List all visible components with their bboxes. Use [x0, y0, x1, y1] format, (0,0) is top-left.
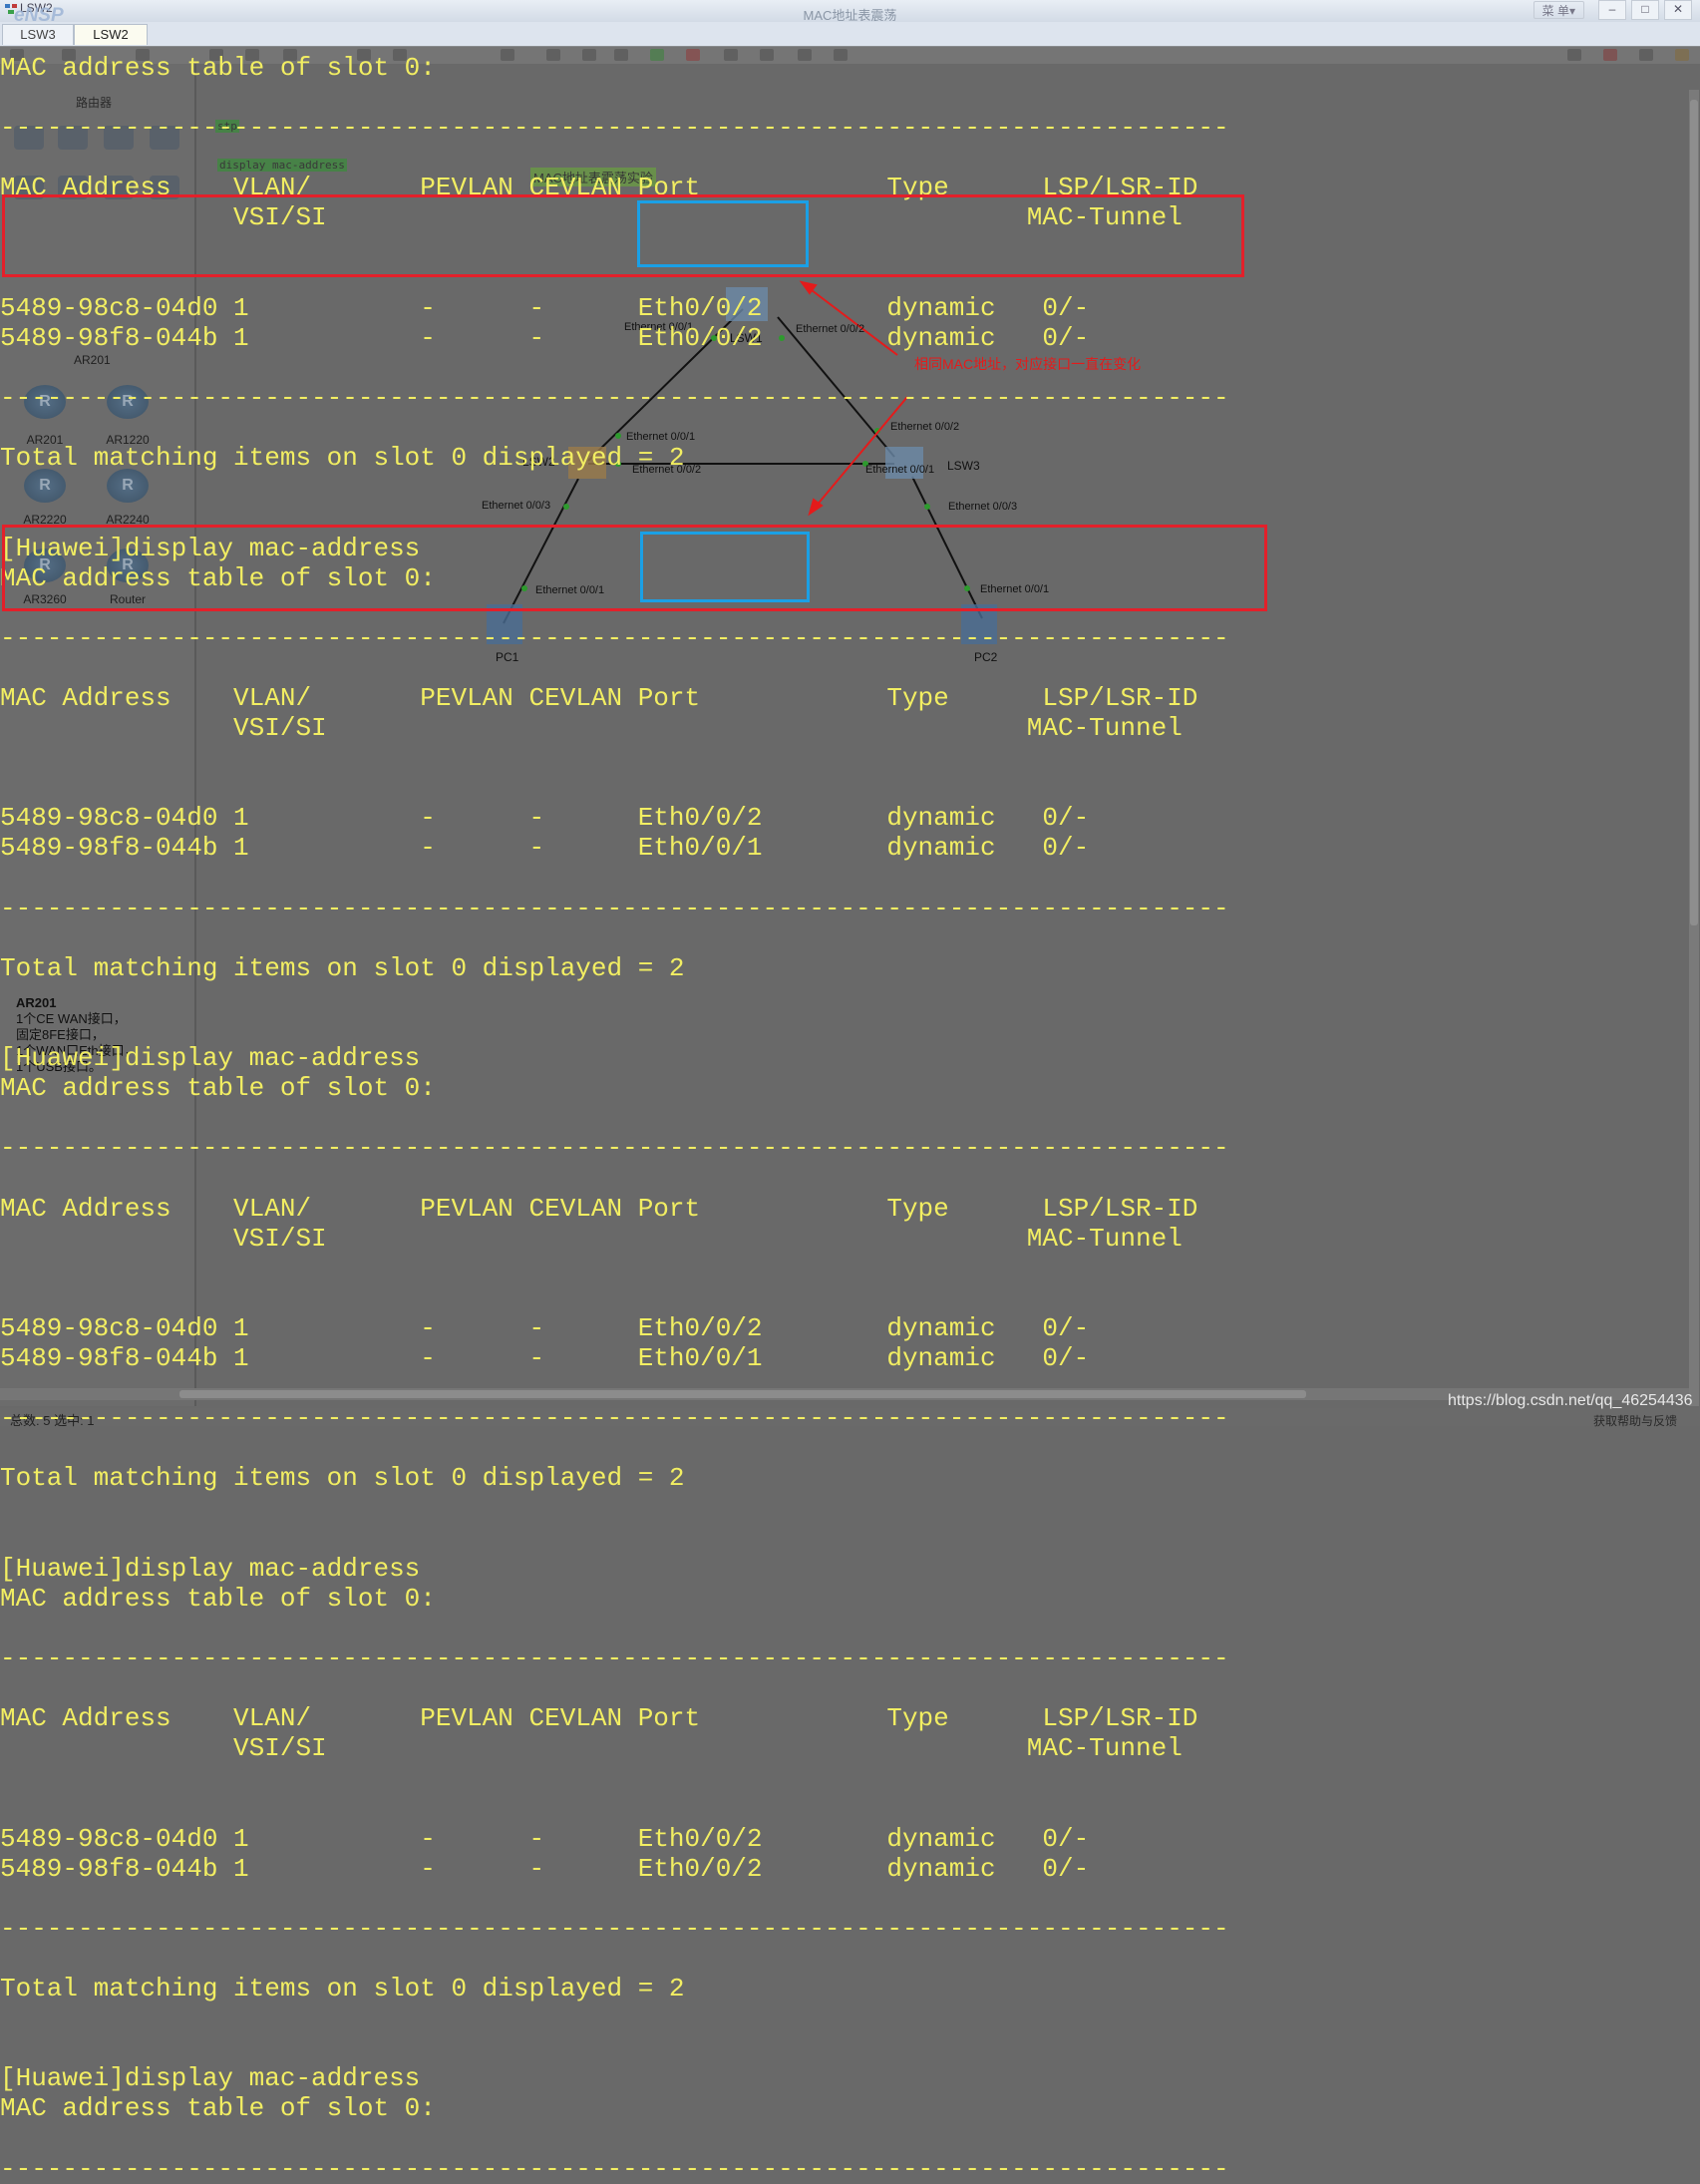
console-line: ----------------------------------------…: [0, 1133, 1229, 1164]
console-line: ----------------------------------------…: [0, 1642, 1229, 1673]
highlight-blue-box-1: [637, 200, 809, 267]
huawei-icon[interactable]: [1603, 49, 1617, 61]
tab-lsw3[interactable]: LSW3: [2, 24, 74, 45]
settings-icon[interactable]: [1639, 49, 1653, 61]
close-button[interactable]: ✕: [1664, 0, 1692, 20]
console-line: [Huawei]display mac-address: [0, 1553, 421, 1584]
console-line: MAC address table of slot 0:: [0, 53, 436, 83]
console-line: MAC Address VLAN/ PEVLAN CEVLAN Port Typ…: [0, 1193, 1198, 1224]
console-line: ----------------------------------------…: [0, 1913, 1229, 1944]
console-line: Total matching items on slot 0 displayed…: [0, 1974, 685, 2003]
console-line: [Huawei]display mac-address: [0, 1043, 421, 1074]
maximize-button[interactable]: □: [1631, 0, 1659, 20]
minimize-button[interactable]: –: [1598, 0, 1626, 20]
console-line: ----------------------------------------…: [0, 113, 1229, 144]
console-line: Total matching items on slot 0 displayed…: [0, 443, 685, 474]
console-output[interactable]: MAC address table of slot 0: ------------…: [0, 53, 1276, 2184]
tab-lsw2[interactable]: LSW2: [74, 24, 148, 45]
console-line: ----------------------------------------…: [0, 1403, 1229, 1434]
console-line: 5489-98c8-04d0 1 - - Eth0/0/2 dynamic 0/…: [0, 803, 1090, 834]
console-line: VSI/SI MAC-Tunnel: [0, 1733, 1183, 1764]
status-right[interactable]: 获取帮助与反馈: [1593, 1412, 1677, 1429]
chat-icon[interactable]: [1567, 49, 1581, 61]
console-line: ----------------------------------------…: [0, 383, 1229, 414]
console-line: VSI/SI MAC-Tunnel: [0, 1223, 1183, 1254]
console-line: MAC Address VLAN/ PEVLAN CEVLAN Port Typ…: [0, 682, 1198, 713]
vertical-scroll-thumb[interactable]: [1690, 100, 1698, 925]
console-line: VSI/SI MAC-Tunnel: [0, 713, 1183, 744]
highlight-red-box-2: [2, 525, 1267, 611]
console-line: ----------------------------------------…: [0, 2153, 1229, 2184]
console-tab-bar: LSW3 LSW2: [0, 22, 1700, 47]
menu-button[interactable]: 菜 单▾: [1532, 1, 1584, 19]
console-line: 5489-98c8-04d0 1 - - Eth0/0/2 dynamic 0/…: [0, 292, 1090, 323]
console-line: 5489-98c8-04d0 1 - - Eth0/0/2 dynamic 0/…: [0, 1312, 1090, 1343]
console-line: 5489-98f8-044b 1 - - Eth0/0/2 dynamic 0/…: [0, 1853, 1090, 1884]
console-line: MAC address table of slot 0:: [0, 1583, 436, 1614]
help-icon[interactable]: [1675, 49, 1689, 61]
console-line: Total matching items on slot 0 displayed…: [0, 952, 685, 983]
console-line: [Huawei]display mac-address: [0, 2063, 421, 2094]
console-line: 5489-98c8-04d0 1 - - Eth0/0/2 dynamic 0/…: [0, 1823, 1090, 1854]
console-line: Total matching items on slot 0 displayed…: [0, 1463, 685, 1494]
console-line: MAC Address VLAN/ PEVLAN CEVLAN Port Typ…: [0, 1703, 1198, 1734]
console-line: ----------------------------------------…: [0, 622, 1229, 653]
title-bar: LSW2 eNSP MAC地址表震荡 菜 单▾ – □ ✕: [0, 0, 1700, 26]
console-line: 5489-98f8-044b 1 - - Eth0/0/1 dynamic 0/…: [0, 833, 1090, 864]
console-line: ----------------------------------------…: [0, 893, 1229, 923]
console-line: MAC address table of slot 0:: [0, 2093, 436, 2124]
highlight-blue-box-2: [640, 532, 810, 602]
watermark: https://blog.csdn.net/qq_46254436: [1448, 1392, 1693, 1409]
console-line: 5489-98f8-044b 1 - - Eth0/0/2 dynamic 0/…: [0, 322, 1090, 353]
console-line: 5489-98f8-044b 1 - - Eth0/0/1 dynamic 0/…: [0, 1343, 1090, 1374]
highlight-red-box-1: [2, 194, 1244, 277]
console-line: MAC address table of slot 0:: [0, 1073, 436, 1104]
